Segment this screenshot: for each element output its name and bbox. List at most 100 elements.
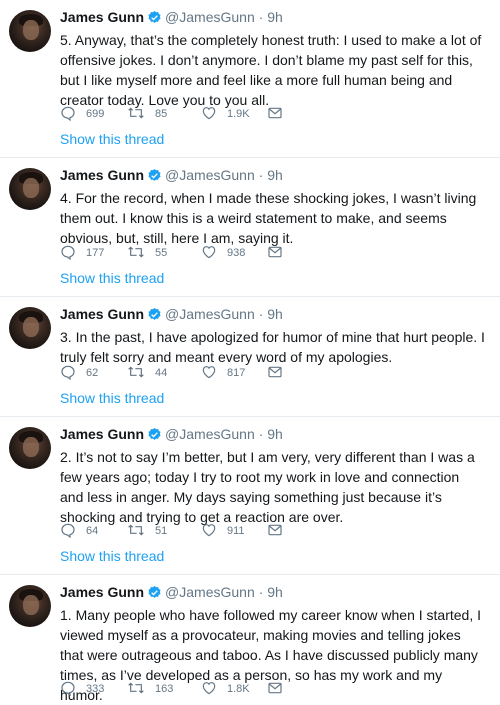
reply-count: 177 — [86, 247, 105, 259]
reply-icon — [60, 680, 86, 699]
like-count: 1.8K — [227, 683, 250, 695]
show-thread-link[interactable]: Show this thread — [60, 270, 164, 286]
like-count: 1.9K — [227, 108, 250, 120]
verified-badge-icon — [147, 585, 162, 604]
like-icon — [201, 105, 227, 124]
show-thread-link[interactable]: Show this thread — [60, 548, 164, 564]
tweet-text: 5. Anyway, that’s the completely honest … — [60, 32, 482, 108]
like-icon — [201, 364, 227, 383]
like-button[interactable]: 1.8K — [201, 679, 250, 699]
reply-button[interactable]: 177 — [60, 243, 104, 263]
show-thread-link[interactable]: Show this thread — [60, 131, 164, 147]
direct-message-button[interactable] — [267, 363, 293, 383]
retweet-icon — [127, 522, 155, 541]
tweet-feed: James Gunn @JamesGunn · 9h 5. Anyway, tha… — [0, 0, 500, 703]
author-handle[interactable]: @JamesGunn — [165, 306, 255, 322]
like-count: 911 — [227, 525, 245, 537]
separator: · — [258, 426, 264, 442]
direct-message-button[interactable] — [267, 243, 293, 263]
retweet-count: 44 — [155, 367, 168, 379]
retweet-button[interactable]: 51 — [127, 521, 167, 541]
author-name[interactable]: James Gunn — [60, 584, 144, 600]
like-button[interactable]: 1.9K — [201, 104, 250, 124]
like-icon — [201, 244, 227, 263]
direct-message-icon — [267, 522, 293, 541]
like-count: 817 — [227, 367, 246, 379]
tweet[interactable]: James Gunn @JamesGunn · 9h 2. It’s not to… — [0, 417, 500, 575]
reply-count: 62 — [86, 367, 99, 379]
author-name[interactable]: James Gunn — [60, 426, 144, 442]
separator: · — [258, 9, 264, 25]
verified-badge-icon — [147, 427, 162, 446]
reply-icon — [60, 105, 86, 124]
timestamp[interactable]: 9h — [267, 584, 283, 600]
direct-message-icon — [267, 364, 293, 383]
reply-count: 64 — [86, 525, 99, 537]
avatar[interactable] — [9, 307, 51, 349]
direct-message-icon — [267, 680, 293, 699]
verified-badge-icon — [147, 10, 162, 29]
author-name[interactable]: James Gunn — [60, 9, 144, 25]
tweet-header: James Gunn @JamesGunn · 9h — [60, 305, 486, 326]
show-thread-link[interactable]: Show this thread — [60, 390, 164, 406]
tweet[interactable]: James Gunn @JamesGunn · 9h 4. For the rec… — [0, 158, 500, 297]
tweet-header: James Gunn @JamesGunn · 9h — [60, 583, 486, 604]
retweet-button[interactable]: 85 — [127, 104, 167, 124]
reply-count: 333 — [86, 683, 105, 695]
verified-badge-icon — [147, 168, 162, 187]
timestamp[interactable]: 9h — [267, 426, 283, 442]
reply-button[interactable]: 333 — [60, 679, 104, 699]
separator: · — [258, 584, 264, 600]
tweet-text: 2. It’s not to say I’m better, but I am … — [60, 449, 475, 525]
avatar[interactable] — [9, 10, 51, 52]
retweet-count: 163 — [155, 683, 174, 695]
author-handle[interactable]: @JamesGunn — [165, 584, 255, 600]
avatar[interactable] — [9, 427, 51, 469]
author-name[interactable]: James Gunn — [60, 167, 144, 183]
direct-message-button[interactable] — [267, 521, 293, 541]
reply-button[interactable]: 62 — [60, 363, 98, 383]
reply-button[interactable]: 64 — [60, 521, 98, 541]
tweet-header: James Gunn @JamesGunn · 9h — [60, 8, 486, 29]
retweet-button[interactable]: 163 — [127, 679, 173, 699]
author-handle[interactable]: @JamesGunn — [165, 167, 255, 183]
reply-icon — [60, 244, 86, 263]
reply-count: 699 — [86, 108, 105, 120]
direct-message-icon — [267, 244, 293, 263]
separator: · — [258, 306, 264, 322]
retweet-icon — [127, 105, 155, 124]
separator: · — [258, 167, 264, 183]
retweet-button[interactable]: 55 — [127, 243, 167, 263]
reply-button[interactable]: 699 — [60, 104, 104, 124]
author-handle[interactable]: @JamesGunn — [165, 9, 255, 25]
avatar[interactable] — [9, 585, 51, 627]
tweet[interactable]: James Gunn @JamesGunn · 9h 5. Anyway, tha… — [0, 0, 500, 158]
like-button[interactable]: 817 — [201, 363, 245, 383]
tweet[interactable]: James Gunn @JamesGunn · 9h 3. In the past… — [0, 297, 500, 417]
retweet-icon — [127, 244, 155, 263]
timestamp[interactable]: 9h — [267, 9, 283, 25]
avatar[interactable] — [9, 168, 51, 210]
like-button[interactable]: 911 — [201, 521, 245, 541]
tweet-header: James Gunn @JamesGunn · 9h — [60, 166, 486, 187]
tweet-header: James Gunn @JamesGunn · 9h — [60, 425, 486, 446]
author-name[interactable]: James Gunn — [60, 306, 144, 322]
author-handle[interactable]: @JamesGunn — [165, 426, 255, 442]
tweet-text: 4. For the record, when I made these sho… — [60, 190, 477, 246]
verified-badge-icon — [147, 307, 162, 326]
retweet-count: 85 — [155, 108, 168, 120]
retweet-button[interactable]: 44 — [127, 363, 167, 383]
like-button[interactable]: 938 — [201, 243, 245, 263]
tweet[interactable]: James Gunn @JamesGunn · 9h 1. Many people… — [0, 575, 500, 703]
reply-icon — [60, 522, 86, 541]
direct-message-button[interactable] — [267, 104, 293, 124]
direct-message-icon — [267, 105, 293, 124]
reply-icon — [60, 364, 86, 383]
tweet-text: 3. In the past, I have apologized for hu… — [60, 329, 485, 365]
timestamp[interactable]: 9h — [267, 167, 283, 183]
direct-message-button[interactable] — [267, 679, 293, 699]
retweet-count: 51 — [155, 525, 168, 537]
timestamp[interactable]: 9h — [267, 306, 283, 322]
like-icon — [201, 522, 227, 541]
retweet-count: 55 — [155, 247, 168, 259]
